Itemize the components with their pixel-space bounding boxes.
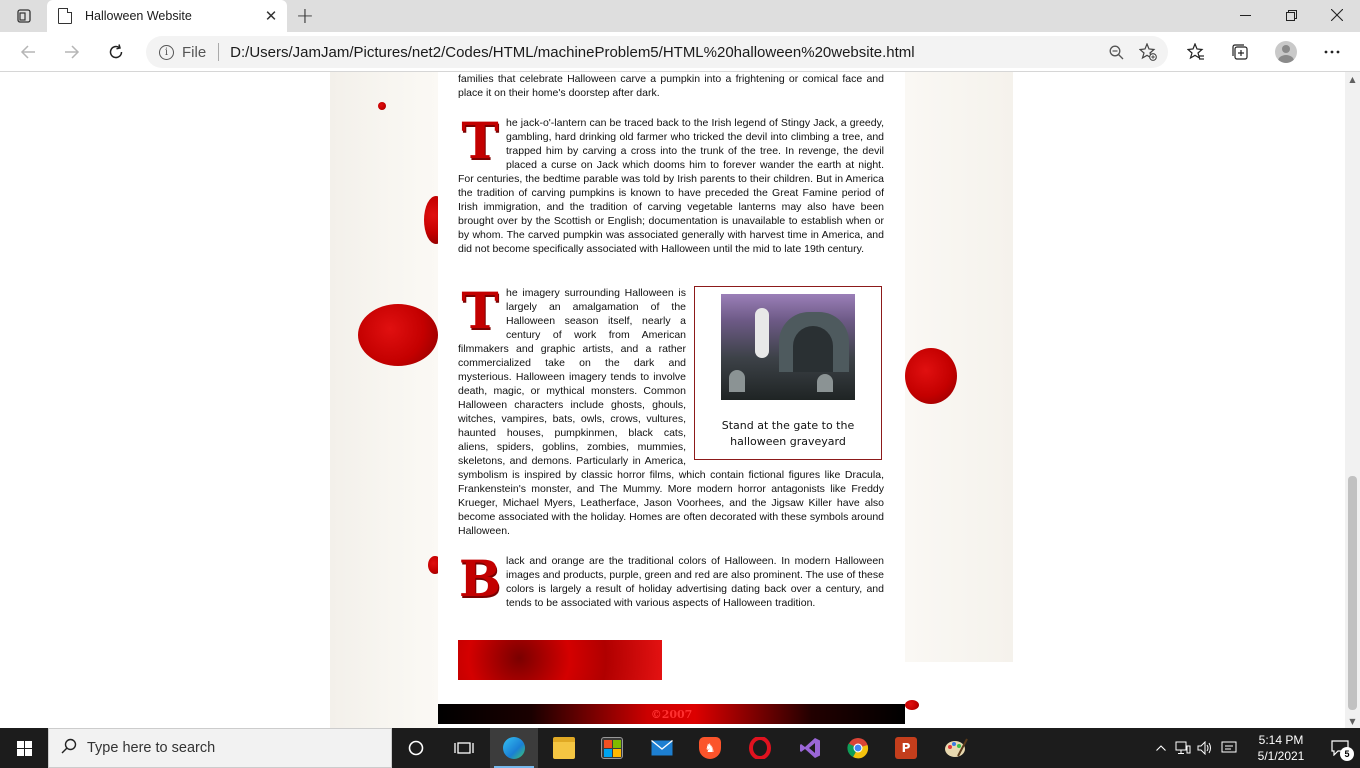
tombstone-shape (729, 370, 745, 392)
taskbar: Type here to search ♞ P 5:14 PM 5/1/2021… (0, 728, 1360, 768)
scroll-up-arrow-icon[interactable]: ▲ (1345, 72, 1360, 86)
intro-paragraph: families that celebrate Halloween carve … (458, 73, 884, 99)
url-field[interactable]: i File D:/Users/JamJam/Pictures/net2/Cod… (146, 36, 1168, 68)
brave-logo: ♞ (699, 737, 721, 759)
scrollbar-thumb[interactable] (1348, 476, 1357, 710)
search-icon (61, 738, 79, 758)
graveyard-figure: Stand at the gate to the halloween grave… (694, 286, 882, 460)
input-indicator-icon[interactable] (1216, 728, 1242, 768)
profile-button[interactable] (1270, 36, 1302, 68)
colors-paragraph: Black and orange are the traditional col… (458, 554, 884, 610)
main-content: families that celebrate Halloween carve … (438, 72, 905, 728)
network-icon[interactable] (1172, 728, 1194, 768)
blood-splatter (905, 700, 919, 710)
folder-logo (553, 737, 575, 759)
windows-logo-icon (16, 740, 32, 756)
url-scheme: File (182, 43, 207, 61)
tab-title: Halloween Website (85, 9, 192, 23)
background-left (330, 72, 438, 728)
blood-banner-image (458, 640, 662, 680)
tombstone-shape (817, 374, 833, 392)
drop-cap: B (458, 549, 502, 608)
store-logo (601, 737, 623, 759)
paragraph-text: lack and orange are the traditional colo… (506, 555, 884, 609)
skeleton-shape (755, 308, 769, 358)
url-separator (218, 43, 220, 61)
figure-caption: Stand at the gate to the halloween grave… (721, 419, 855, 448)
more-options-icon[interactable] (1316, 36, 1348, 68)
notification-count-badge: 5 (1340, 747, 1354, 761)
back-button[interactable] (12, 36, 44, 68)
clock-time: 5:14 PM (1258, 733, 1304, 747)
add-favorite-icon[interactable] (1132, 38, 1164, 66)
tab-actions-icon[interactable] (8, 6, 40, 26)
copyright-text: ©2007 (650, 707, 693, 721)
system-tray: 5:14 PM 5/1/2021 5 (1150, 728, 1360, 768)
url-text[interactable]: D:/Users/JamJam/Pictures/net2/Codes/HTML… (230, 44, 1100, 61)
volume-icon[interactable] (1194, 728, 1216, 768)
vertical-scrollbar[interactable]: ▲ ▼ (1345, 72, 1360, 728)
edge-icon[interactable] (490, 728, 538, 768)
microsoft-store-icon[interactable] (588, 728, 636, 768)
zoom-icon[interactable] (1100, 38, 1132, 66)
refresh-button[interactable] (100, 36, 132, 68)
chrome-icon[interactable] (834, 728, 882, 768)
active-tab[interactable]: Halloween Website ✕ (47, 0, 287, 32)
blood-splatter (378, 102, 386, 110)
clock[interactable]: 5:14 PM 5/1/2021 (1242, 732, 1320, 764)
file-explorer-icon[interactable] (540, 728, 588, 768)
show-hidden-icons-icon[interactable] (1150, 728, 1172, 768)
scroll-down-arrow-icon[interactable]: ▼ (1345, 714, 1360, 728)
avatar (1275, 41, 1297, 63)
info-icon[interactable]: i (159, 44, 174, 60)
close-tab-icon[interactable]: ✕ (259, 4, 283, 28)
powerpoint-icon[interactable]: P (882, 728, 930, 768)
powerpoint-logo: P (895, 737, 917, 759)
collections-icon[interactable] (1224, 36, 1256, 68)
visual-studio-icon[interactable] (786, 728, 834, 768)
cortana-icon[interactable] (392, 728, 440, 768)
search-placeholder: Type here to search (87, 740, 216, 756)
mail-icon[interactable] (638, 728, 686, 768)
tab-bar: Halloween Website ✕ + (0, 0, 1360, 32)
restore-button[interactable] (1268, 0, 1314, 30)
task-view-icon[interactable] (440, 728, 488, 768)
page-icon (58, 8, 72, 24)
gate-arch (793, 326, 833, 372)
start-button[interactable] (0, 728, 48, 768)
opera-icon[interactable] (736, 728, 784, 768)
page-viewport: families that celebrate Halloween carve … (0, 72, 1345, 728)
edge-logo (503, 737, 525, 759)
drop-cap: T (461, 281, 499, 340)
paragraph-text: he jack-o'-lantern can be traced back to… (458, 117, 884, 255)
footer: ©2007 (438, 704, 905, 724)
minimize-button[interactable] (1222, 0, 1268, 30)
paint-icon[interactable] (932, 728, 980, 768)
clock-date: 5/1/2021 (1257, 749, 1305, 763)
taskbar-search[interactable]: Type here to search (48, 728, 392, 768)
brave-icon[interactable]: ♞ (686, 728, 734, 768)
jack-o-lantern-paragraph: The jack-o'-lantern can be traced back t… (458, 116, 884, 256)
blood-splatter (905, 348, 957, 404)
notifications-button[interactable]: 5 (1320, 728, 1360, 768)
favorites-icon[interactable] (1180, 36, 1212, 68)
forward-button[interactable] (56, 36, 88, 68)
imagery-paragraph: T Stand at the gate to the halloween gra… (458, 286, 884, 538)
close-window-button[interactable] (1314, 0, 1360, 30)
drop-cap: T (461, 111, 499, 170)
address-bar: i File D:/Users/JamJam/Pictures/net2/Cod… (0, 32, 1360, 72)
blood-splatter (358, 304, 438, 366)
graveyard-image (721, 294, 855, 400)
new-tab-button[interactable]: + (292, 4, 318, 29)
